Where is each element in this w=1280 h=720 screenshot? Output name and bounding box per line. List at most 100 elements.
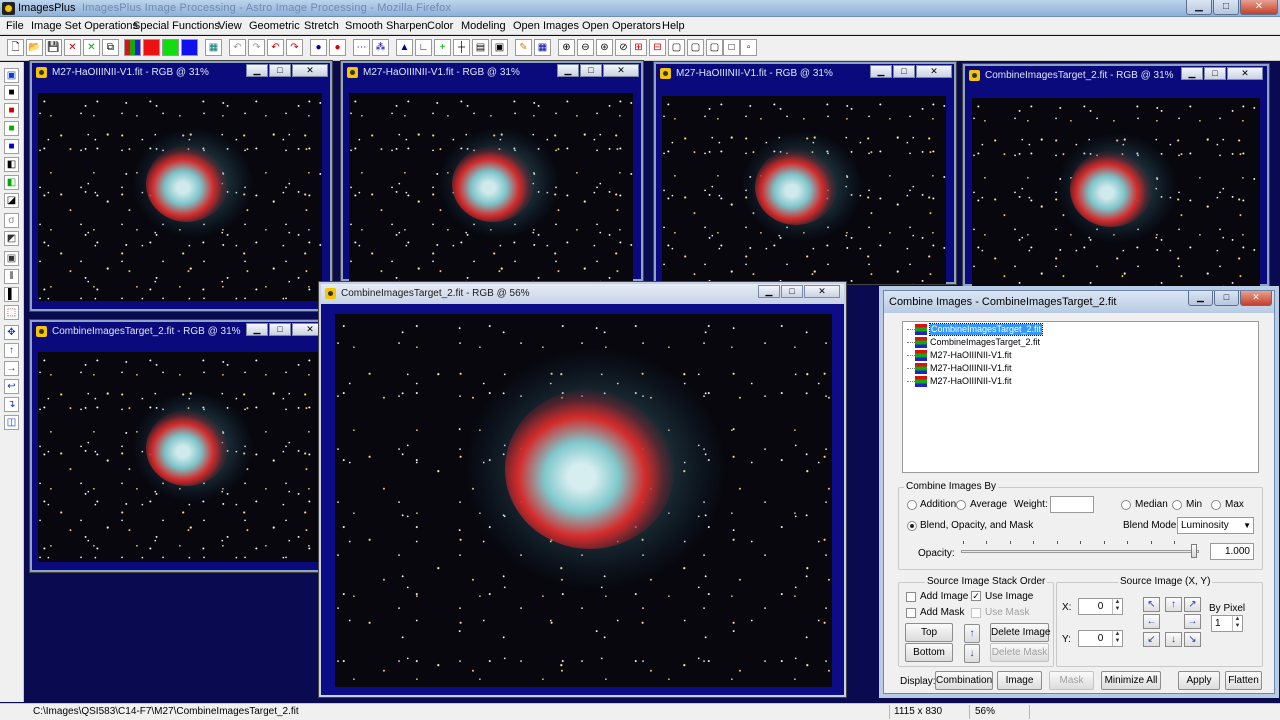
minimize-all-button[interactable]: Minimize All [1101,671,1161,690]
arrow-down-icon[interactable]: ↓ [1165,632,1182,647]
image-window[interactable]: M27-HaOIIINII-V1.fit - RGB @ 31% ▁ □ ✕ [654,62,956,284]
minimize-button[interactable]: ▁ [870,65,892,78]
arrow-up-icon[interactable]: ↑ [4,343,19,358]
calculator-icon[interactable]: ▤ [472,39,489,56]
menu-open-operators[interactable]: Open Operators [582,20,661,32]
cross-icon[interactable]: ┼ [453,39,470,56]
black-square-icon[interactable]: ■ [4,85,19,100]
save-small-icon[interactable]: ▣ [4,68,19,83]
move-up-button[interactable]: ↑ [964,624,980,643]
blend-mode-select[interactable]: Luminosity ▼ [1177,517,1254,534]
stop-icon[interactable]: ● [329,39,346,56]
multi-square-icon[interactable]: ◧ [4,157,19,172]
arrow-up-icon[interactable]: ↑ [1165,597,1182,612]
opacity-value[interactable]: 1.000 [1210,543,1254,560]
minimize-button[interactable]: ▁ [1181,67,1203,80]
move-icon[interactable]: ✥ [4,325,19,340]
nebula-image[interactable] [662,96,946,284]
addition-radio[interactable] [907,500,917,510]
red-channel-icon[interactable] [143,39,160,56]
by-pixel-input[interactable]: 1 ▲ ▼ [1211,615,1243,632]
green-channel-icon[interactable] [162,39,179,56]
undo-icon[interactable]: ↶ [267,39,284,56]
move-down-button[interactable]: ↓ [964,644,980,663]
nebula-image[interactable] [972,98,1260,286]
y-input[interactable]: 0 ▲ ▼ [1078,630,1123,647]
menu-stretch[interactable]: Stretch [304,20,339,32]
average-radio[interactable] [956,500,966,510]
restore-button[interactable]: □ [580,64,602,77]
frame-four-icon[interactable]: □ [723,39,740,56]
add-image-checkbox[interactable] [906,592,916,602]
close-button[interactable]: ✕ [292,64,328,77]
blue-square-icon[interactable]: ■ [4,139,19,154]
spinner-icon[interactable]: ▲ ▼ [1112,599,1122,614]
black-bar-icon[interactable]: ▌ [4,287,19,302]
levels-icon[interactable]: ⫴ [4,269,19,284]
close-button[interactable]: ✕ [804,285,840,298]
record-icon[interactable]: ● [310,39,327,56]
close-button[interactable]: ✕ [603,64,639,77]
menu-open-images[interactable]: Open Images [513,20,579,32]
spinner-icon[interactable]: ▲ ▼ [1232,616,1242,631]
opacity-slider-thumb[interactable] [1191,544,1197,558]
redo-icon[interactable]: ↷ [286,39,303,56]
add-mask-checkbox[interactable] [906,608,916,618]
flatten-button[interactable]: Flatten [1225,671,1262,690]
frame-two-icon[interactable]: ▢ [687,39,704,56]
image-window[interactable]: M27-HaOIIINII-V1.fit - RGB @ 31% ▁ □ ✕ [341,61,643,281]
arrow-right-icon[interactable]: → [4,361,19,376]
rotate-down-icon[interactable]: ↴ [4,397,19,412]
remove-point-icon[interactable]: ⊟ [649,39,666,56]
menu-file[interactable]: File [6,20,24,32]
x-input[interactable]: 0 ▲ ▼ [1078,598,1123,615]
restore-button[interactable]: □ [893,65,915,78]
restore-button[interactable]: □ [781,285,803,298]
weight-input[interactable] [1050,496,1094,513]
image-stack-list[interactable]: CombineImagesTarget_2.fit CombineImagesT… [902,321,1259,473]
restore-button[interactable]: □ [1204,67,1226,80]
menu-smooth-sharpen[interactable]: Smooth Sharpen [345,20,428,32]
dotted-line-icon[interactable]: ⋯ [353,39,370,56]
list-item[interactable]: M27-HaOIIINII-V1.fit [930,350,1012,361]
zoom-fit-icon[interactable]: ⊛ [596,39,613,56]
crosshair-icon[interactable]: + [434,39,451,56]
arrow-down-right-icon[interactable]: ↘ [1184,632,1201,647]
table-icon[interactable]: ▦ [534,39,551,56]
close-image-icon[interactable]: ✕ [64,39,81,56]
frame-three-icon[interactable]: ▢ [706,39,723,56]
lasso-icon[interactable]: σ [4,213,19,228]
menu-geometric[interactable]: Geometric [249,20,300,32]
nebula-image[interactable] [38,93,322,301]
nebula-image[interactable] [38,352,322,562]
select-frame-icon[interactable]: ▣ [4,251,19,266]
nebula-image[interactable] [335,314,832,687]
app-maximize-button[interactable]: □ [1213,0,1239,15]
menu-view[interactable]: View [218,20,242,32]
image-window-titlebar[interactable]: M27-HaOIIINII-V1.fit - RGB @ 31% ▁ □ ✕ [32,63,330,83]
rgb-channels-icon[interactable] [124,39,141,56]
green-multi-icon[interactable]: ◧ [4,175,19,190]
minimize-button[interactable]: ▁ [758,285,780,298]
curve-icon[interactable]: ∟ [415,39,432,56]
nebula-image[interactable] [349,93,633,281]
dialog-minimize-button[interactable]: ▁ [1188,291,1213,306]
grid-icon[interactable]: ▦ [205,39,222,56]
restore-button[interactable]: □ [269,64,291,77]
use-image-checkbox[interactable]: ✓ [971,591,981,601]
app-close-button[interactable]: ✕ [1240,0,1278,15]
flip-icon[interactable]: ◫ [4,415,19,430]
select-region-icon[interactable]: ⬚ [4,305,19,320]
histogram-icon[interactable]: ▲ [396,39,413,56]
combination-button[interactable]: Combination [935,671,993,690]
menu-modeling[interactable]: Modeling [461,20,506,32]
min-radio[interactable] [1172,500,1182,510]
arrow-down-left-icon[interactable]: ↙ [1143,632,1160,647]
new-file-icon[interactable]: 🗋 [7,39,24,56]
median-radio[interactable] [1121,500,1131,510]
frame-five-icon[interactable]: ▫ [740,39,757,56]
bottom-button[interactable]: Bottom [905,643,953,662]
red-square-icon[interactable]: ■ [4,103,19,118]
image-window[interactable]: M27-HaOIIINII-V1.fit - RGB @ 31% ▁ □ ✕ [30,61,332,311]
max-radio[interactable] [1211,500,1221,510]
